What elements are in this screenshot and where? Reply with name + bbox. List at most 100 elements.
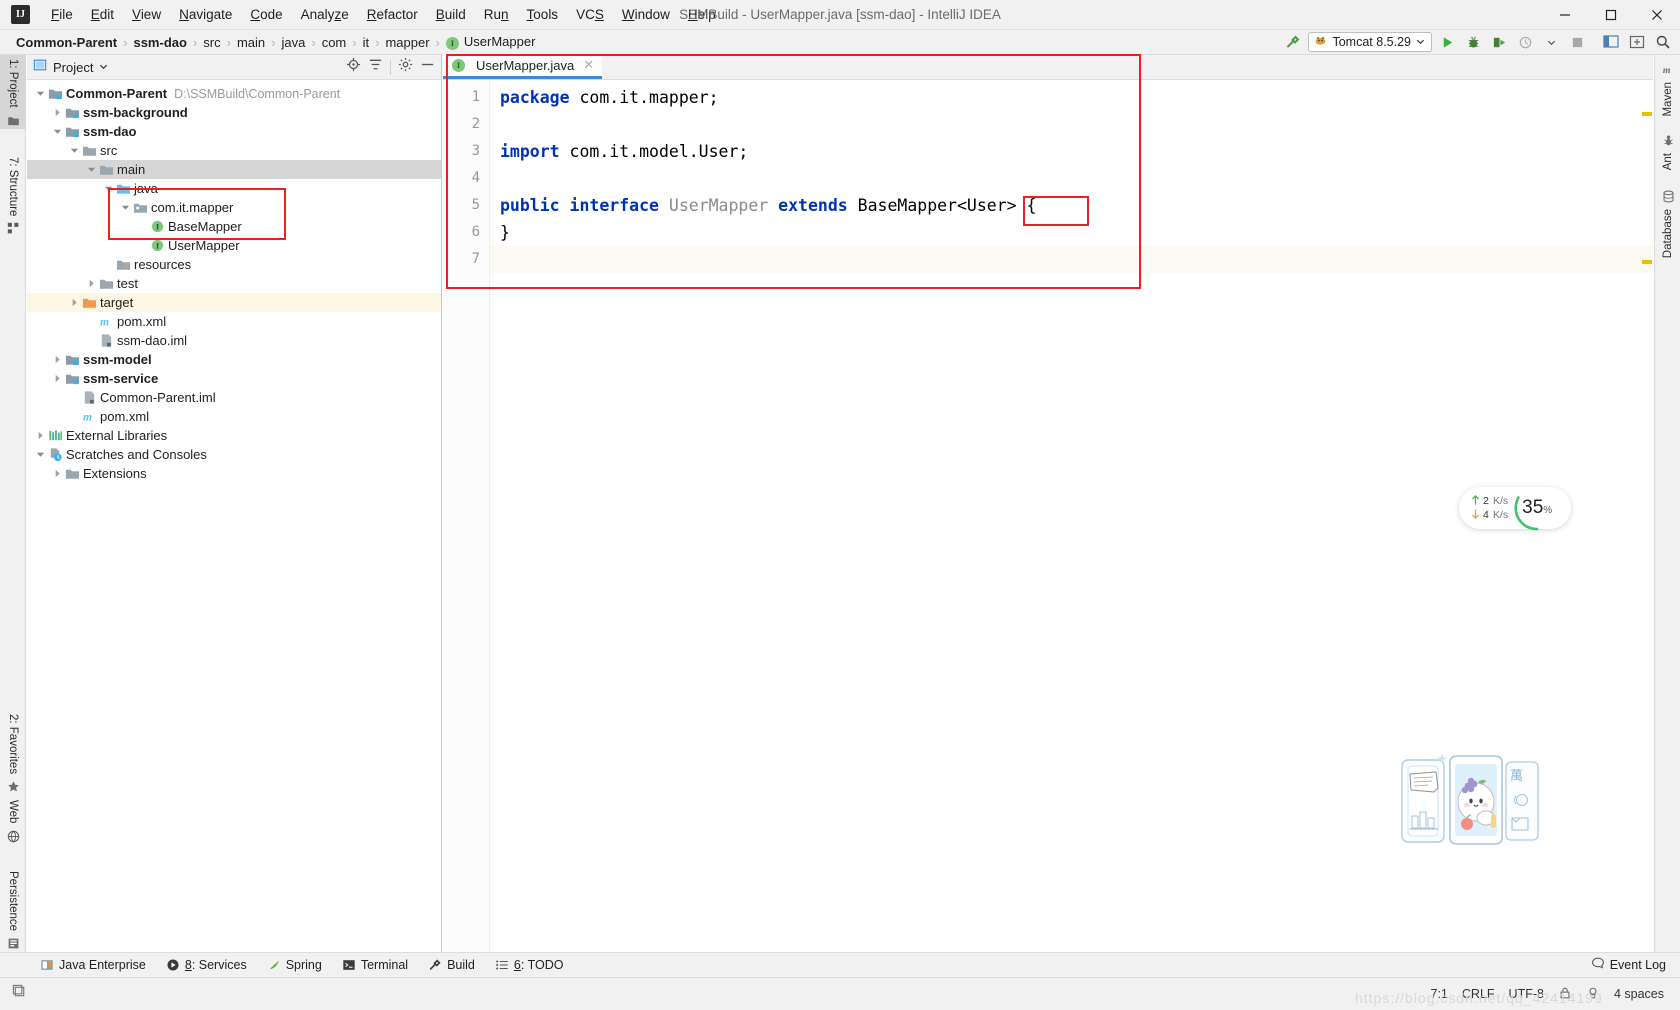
menu-item-window[interactable]: Window: [613, 4, 679, 25]
chevron-down-icon[interactable]: [1416, 35, 1425, 49]
breadcrumb-item-src[interactable]: src: [200, 34, 223, 51]
run-configuration-selector[interactable]: Tomcat 8.5.29: [1308, 32, 1432, 52]
debug-button[interactable]: [1462, 32, 1484, 52]
tool-window-button-7-structure[interactable]: 7: Structure: [0, 153, 26, 237]
code-line[interactable]: [490, 165, 1653, 192]
tool-window-button-web[interactable]: Web: [0, 796, 26, 844]
chevron-down-icon[interactable]: [33, 450, 47, 459]
tool-window-button-2-favorites[interactable]: 2: Favorites: [0, 710, 26, 795]
menu-item-file[interactable]: File: [42, 4, 82, 25]
bottom-tool-tab-build[interactable]: Build: [418, 953, 485, 978]
tool-window-button-1-project[interactable]: 1: Project: [0, 55, 26, 129]
bottom-tool-tab-terminal[interactable]: Terminal: [332, 953, 418, 978]
menu-item-build[interactable]: Build: [427, 4, 475, 25]
code-line[interactable]: import com.it.model.User;: [490, 138, 1653, 165]
stop-button[interactable]: [1566, 32, 1588, 52]
collapse-all-icon[interactable]: [368, 57, 383, 77]
breadcrumb-item-main[interactable]: main: [234, 34, 268, 51]
tree-node-usermapper[interactable]: I UserMapper: [27, 236, 441, 255]
breadcrumb-item-common-parent[interactable]: Common-Parent: [13, 34, 120, 51]
code-line[interactable]: [490, 111, 1653, 138]
event-log-label[interactable]: Event Log: [1610, 958, 1666, 972]
menu-item-view[interactable]: View: [123, 4, 170, 25]
menu-item-tools[interactable]: Tools: [518, 4, 568, 25]
chevron-right-icon[interactable]: [84, 279, 98, 288]
chevron-down-icon[interactable]: [67, 146, 81, 155]
chevron-down-icon[interactable]: [50, 127, 64, 136]
bottom-tool-tab-spring[interactable]: Spring: [257, 953, 332, 978]
editor-marker-bar[interactable]: [1640, 80, 1653, 952]
editor-tab-usermapper[interactable]: I UserMapper.java ✕: [443, 54, 603, 79]
tree-node-com-it-mapper[interactable]: com.it.mapper: [27, 198, 441, 217]
indent-setting[interactable]: 4 spaces: [1614, 987, 1664, 1001]
tree-node-ssm-background[interactable]: ssm-background: [27, 103, 441, 122]
chevron-right-icon[interactable]: [50, 355, 64, 364]
tree-node-java[interactable]: java: [27, 179, 441, 198]
tree-node-resources[interactable]: resources: [27, 255, 441, 274]
close-icon[interactable]: ✕: [583, 57, 594, 73]
code-line[interactable]: package com.it.mapper;: [490, 84, 1653, 111]
menu-item-edit[interactable]: Edit: [82, 4, 123, 25]
tree-node-ssm-dao[interactable]: ssm-dao: [27, 122, 441, 141]
tool-window-button-database[interactable]: Database: [1655, 188, 1680, 262]
gear-icon[interactable]: [398, 57, 413, 77]
breadcrumb-item-mapper[interactable]: mapper: [382, 34, 432, 51]
run-with-coverage-button[interactable]: [1488, 32, 1510, 52]
menu-item-analyze[interactable]: Analyze: [292, 4, 358, 25]
tree-node-test[interactable]: test: [27, 274, 441, 293]
minimize-button[interactable]: [1542, 0, 1588, 30]
toggle-panels-icon[interactable]: [12, 984, 27, 1004]
network-speed-widget[interactable]: 2 K/s 4 K/s 35 %: [1459, 487, 1571, 531]
tree-node-main[interactable]: main: [27, 160, 441, 179]
menu-item-refactor[interactable]: Refactor: [358, 4, 427, 25]
chevron-down-icon[interactable]: [118, 203, 132, 212]
layout-button[interactable]: [1600, 32, 1622, 52]
chevron-right-icon[interactable]: [50, 108, 64, 117]
editor-marker[interactable]: [1642, 260, 1652, 264]
tree-node-common-parent-iml[interactable]: Common-Parent.iml: [27, 388, 441, 407]
tree-node-extensions[interactable]: Extensions: [27, 464, 441, 483]
breadcrumb-item-ssm-dao[interactable]: ssm-dao: [130, 34, 189, 51]
chevron-down-icon[interactable]: [84, 165, 98, 174]
code-line[interactable]: }: [490, 219, 1653, 246]
tree-node-pom-xml[interactable]: m pom.xml: [27, 312, 441, 331]
tree-node-basemapper[interactable]: I BaseMapper: [27, 217, 441, 236]
tool-window-button-maven[interactable]: m Maven: [1655, 61, 1680, 121]
breadcrumb-item-usermapper[interactable]: I UserMapper: [443, 33, 539, 50]
tree-node-common-parent[interactable]: Common-Parent D:\SSMBuild\Common-Parent: [27, 84, 441, 103]
tree-node-ssm-dao-iml[interactable]: ssm-dao.iml: [27, 331, 441, 350]
updates-button[interactable]: [1626, 32, 1648, 52]
tree-node-ssm-model[interactable]: ssm-model: [27, 350, 441, 369]
chevron-down-icon[interactable]: [101, 184, 115, 193]
menu-item-run[interactable]: Run: [475, 4, 518, 25]
bottom-tool-tab-8-services[interactable]: 8: Services: [156, 953, 257, 978]
bottom-tool-tab-6-todo[interactable]: 6: TODO: [485, 953, 574, 978]
hide-icon[interactable]: [420, 57, 435, 77]
breadcrumb-item-java[interactable]: java: [279, 34, 309, 51]
chevron-right-icon[interactable]: [33, 431, 47, 440]
editor-marker[interactable]: [1642, 112, 1652, 116]
menu-item-code[interactable]: Code: [241, 4, 291, 25]
profile-button[interactable]: [1514, 32, 1536, 52]
tree-node-pom-xml[interactable]: m pom.xml: [27, 407, 441, 426]
code-line[interactable]: [490, 246, 1653, 273]
tree-node-src[interactable]: src: [27, 141, 441, 160]
locate-icon[interactable]: [346, 57, 361, 77]
tree-node-target[interactable]: target: [27, 293, 441, 312]
chevron-down-icon[interactable]: [33, 89, 47, 98]
maximize-button[interactable]: [1588, 0, 1634, 30]
close-button[interactable]: [1634, 0, 1680, 30]
search-everywhere-icon[interactable]: [1652, 32, 1674, 52]
tool-window-button-persistence[interactable]: Persistence: [0, 867, 26, 952]
menu-item-vcs[interactable]: VCS: [567, 4, 613, 25]
breadcrumb-item-com[interactable]: com: [319, 34, 350, 51]
build-hammer-icon[interactable]: [1282, 32, 1304, 52]
chevron-down-icon[interactable]: [99, 58, 108, 76]
chevron-right-icon[interactable]: [50, 469, 64, 478]
menu-item-navigate[interactable]: Navigate: [170, 4, 241, 25]
chevron-right-icon[interactable]: [67, 298, 81, 307]
tree-node-external-libraries[interactable]: External Libraries: [27, 426, 441, 445]
run-button[interactable]: [1436, 32, 1458, 52]
tool-window-button-ant[interactable]: Ant: [1655, 132, 1680, 174]
tree-node-scratches-and-consoles[interactable]: Scratches and Consoles: [27, 445, 441, 464]
